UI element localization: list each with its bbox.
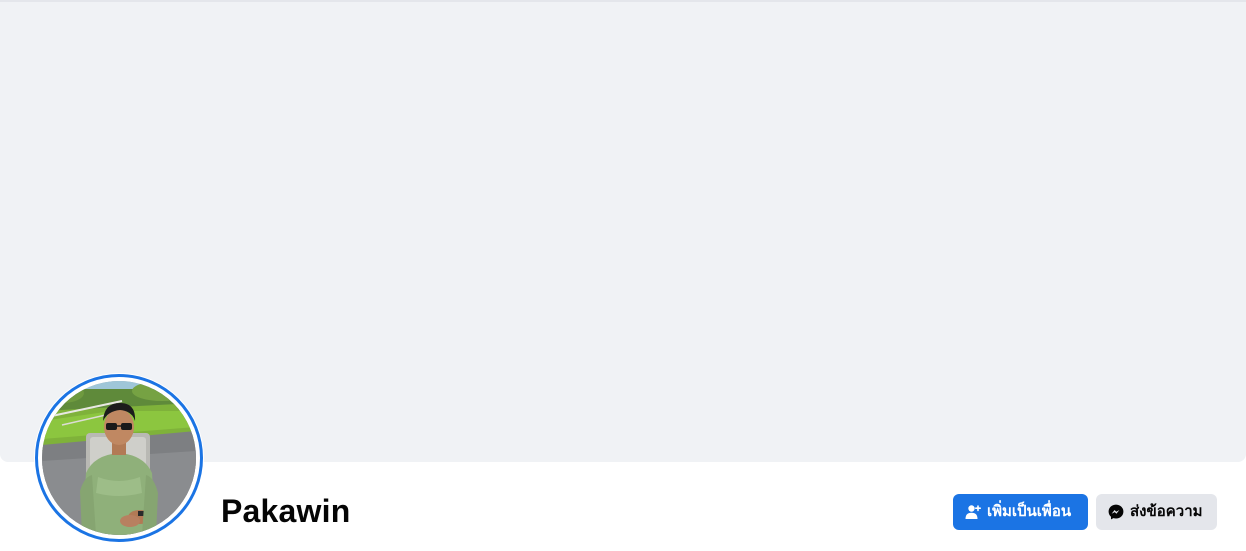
add-friend-icon [965,504,981,520]
add-friend-label: เพิ่มเป็นเพื่อน [987,503,1072,520]
profile-name: Pakawin [221,493,351,529]
profile-page: Pakawin เพิ่มเป็นเพื่อน ส่งข้อความ [0,0,1246,551]
messenger-icon [1108,504,1124,520]
avatar[interactable] [42,381,196,535]
cover-photo[interactable] [0,0,1246,462]
message-label: ส่งข้อความ [1130,503,1203,520]
profile-photo [42,381,196,535]
message-button[interactable]: ส่งข้อความ [1096,494,1217,530]
add-friend-button[interactable]: เพิ่มเป็นเพื่อน [953,494,1088,530]
